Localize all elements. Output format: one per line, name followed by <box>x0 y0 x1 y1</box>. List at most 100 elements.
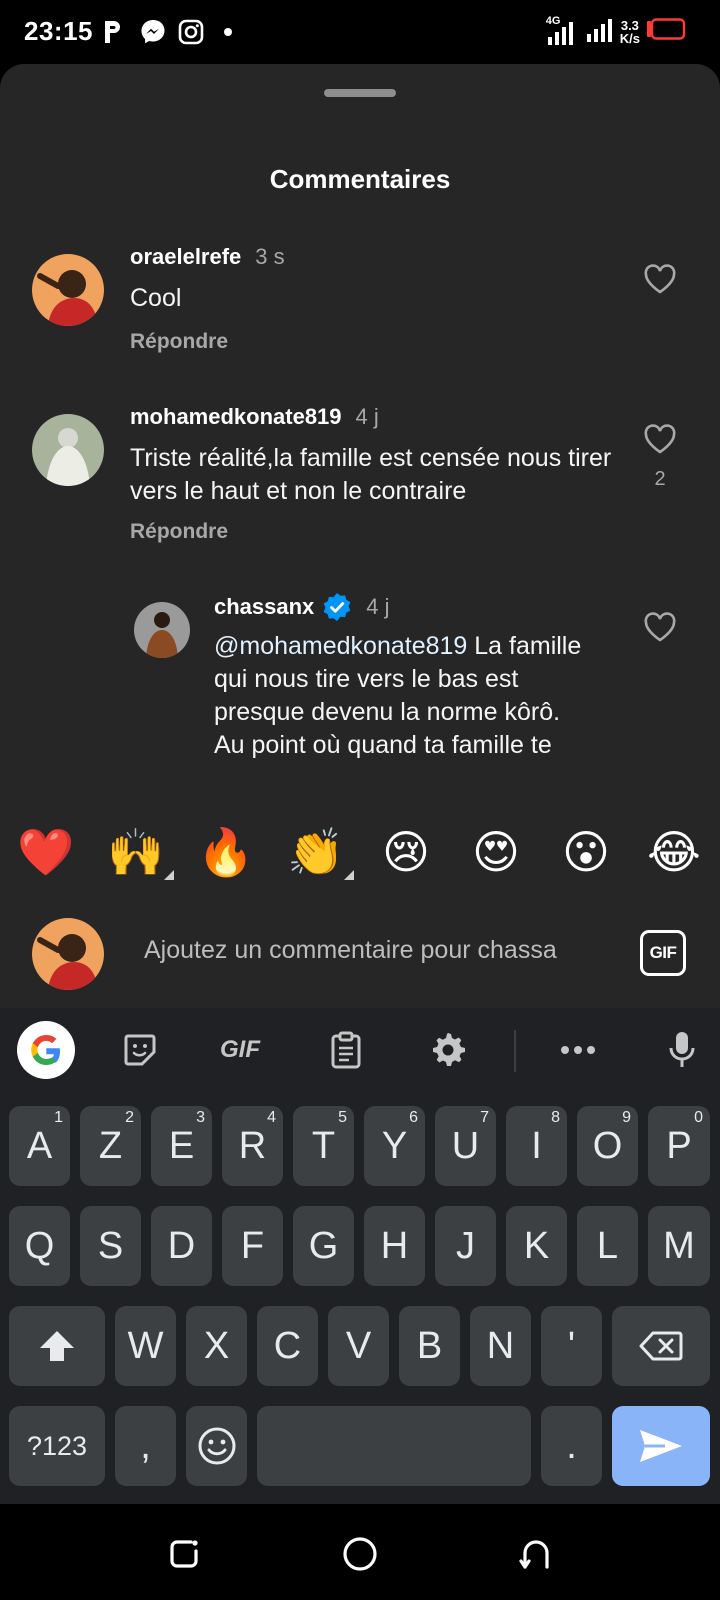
signal-4g-icon: 4G <box>546 15 580 47</box>
emoji-key[interactable] <box>186 1406 247 1486</box>
key-h[interactable]: H <box>364 1206 425 1286</box>
key-f[interactable]: F <box>222 1206 283 1286</box>
comment-body-continued: Au point où quand ta famille te <box>214 731 552 759</box>
key-k[interactable]: K <box>506 1206 567 1286</box>
key-z[interactable]: Z2 <box>80 1106 141 1186</box>
key-q[interactable]: Q <box>9 1206 70 1286</box>
key-a[interactable]: A1 <box>9 1106 70 1186</box>
key-g[interactable]: G <box>293 1206 354 1286</box>
emoji-quick-bar: ❤️ 🙌 🔥 👏 😢 😍 😮 😂 <box>0 812 720 892</box>
key-l[interactable]: L <box>577 1206 638 1286</box>
key-c[interactable]: C <box>257 1306 318 1386</box>
parking-app-icon <box>100 16 126 48</box>
battery-icon <box>646 18 686 45</box>
status-time: 23:15 <box>24 16 93 46</box>
comment-time: 4 j <box>366 594 390 619</box>
messenger-icon <box>138 16 168 48</box>
avatar[interactable] <box>32 254 104 326</box>
period-key[interactable]: . <box>541 1406 602 1486</box>
key-b[interactable]: B <box>399 1306 460 1386</box>
symbols-key[interactable]: ?123 <box>9 1406 105 1486</box>
notification-dot-icon <box>220 16 236 48</box>
comment-time: 4 j <box>355 404 379 429</box>
sticker-icon[interactable] <box>118 1020 162 1080</box>
key-t[interactable]: T5 <box>293 1106 354 1186</box>
comments-sheet: Commentaires oraelelrefe 3 s Cool Répond… <box>0 64 720 1008</box>
settings-gear-icon[interactable] <box>426 1020 470 1080</box>
google-icon[interactable] <box>16 1020 76 1080</box>
smiley-icon <box>198 1427 235 1465</box>
recent-apps-icon[interactable] <box>164 1534 204 1574</box>
toolbar-divider <box>514 1030 516 1072</box>
comment-username[interactable]: oraelelrefe <box>130 244 241 270</box>
key-y[interactable]: Y6 <box>364 1106 425 1186</box>
crying-emoji[interactable]: 😢 <box>374 812 438 892</box>
reply-button[interactable]: Répondre <box>130 330 228 354</box>
comment-username[interactable]: chassanx <box>214 594 314 620</box>
shift-arrow-icon <box>40 1331 74 1361</box>
heart-eyes-emoji[interactable]: 😍 <box>464 812 528 892</box>
key-n[interactable]: N <box>470 1306 531 1386</box>
send-arrow-icon <box>640 1430 682 1462</box>
key-apostrophe[interactable]: ' <box>541 1306 602 1386</box>
comma-key[interactable]: , <box>115 1406 176 1486</box>
key-u[interactable]: U7 <box>435 1106 496 1186</box>
verified-badge-icon <box>322 592 352 622</box>
heart-emoji[interactable]: ❤️ <box>14 812 78 892</box>
key-w[interactable]: W <box>115 1306 176 1386</box>
key-v[interactable]: V <box>328 1306 389 1386</box>
comment-text: @mohamedkonate819 La famille qui nous ti… <box>214 630 614 762</box>
mention-link[interactable]: @mohamedkonate819 <box>214 632 467 660</box>
send-key[interactable] <box>612 1406 710 1486</box>
fire-emoji[interactable]: 🔥 <box>194 812 258 892</box>
comment-input[interactable]: Ajoutez un commentaire pour chassa <box>144 936 557 965</box>
navigation-bar <box>0 1504 720 1600</box>
like-count: 2 <box>654 468 666 490</box>
like-heart-icon[interactable] <box>640 612 680 647</box>
backspace-key[interactable] <box>612 1306 710 1386</box>
comment-text: Cool <box>130 284 182 312</box>
keyboard: GIF A1 Z2 E3 R4 T5 Y6 U7 I8 O9 P0 Q S D … <box>0 1008 720 1504</box>
key-r[interactable]: R4 <box>222 1106 283 1186</box>
avatar[interactable] <box>32 414 104 486</box>
more-options-icon[interactable] <box>556 1020 600 1080</box>
comment-username[interactable]: mohamedkonate819 <box>130 404 342 430</box>
gif-keyboard-button[interactable]: GIF <box>210 1020 270 1080</box>
sheet-title: Commentaires <box>269 164 451 194</box>
network-speed: 3.3 K/s <box>619 17 640 46</box>
drag-handle[interactable] <box>324 89 396 97</box>
key-e[interactable]: E3 <box>151 1106 212 1186</box>
key-j[interactable]: J <box>435 1206 496 1286</box>
shift-key[interactable] <box>9 1306 105 1386</box>
key-p[interactable]: P0 <box>648 1106 710 1186</box>
key-m[interactable]: M <box>648 1206 710 1286</box>
comment-text: Triste réalité,la famille est censée nou… <box>130 444 612 505</box>
surprised-emoji[interactable]: 😮 <box>554 812 618 892</box>
gif-button[interactable]: GIF <box>640 930 686 976</box>
microphone-icon[interactable] <box>660 1020 704 1080</box>
like-heart-icon[interactable] <box>640 424 680 459</box>
laughing-emoji[interactable]: 😂 <box>642 812 706 892</box>
space-key[interactable] <box>257 1406 531 1486</box>
like-heart-icon[interactable] <box>640 264 680 299</box>
key-o[interactable]: O9 <box>577 1106 638 1186</box>
key-s[interactable]: S <box>80 1206 141 1286</box>
back-arrow-icon[interactable] <box>516 1534 556 1574</box>
keyboard-toolbar: GIF <box>0 1008 720 1092</box>
comments-list[interactable]: oraelelrefe 3 s Cool Répondre mohamedkon… <box>0 224 720 860</box>
home-circle-icon[interactable] <box>340 1534 380 1574</box>
signal-icon <box>586 14 614 49</box>
status-bar: 23:15 4G 3.3 K/s <box>0 0 720 64</box>
key-d[interactable]: D <box>151 1206 212 1286</box>
reply-button[interactable]: Répondre <box>130 520 228 544</box>
key-i[interactable]: I8 <box>506 1106 567 1186</box>
raised-hands-emoji[interactable]: 🙌 <box>104 812 174 892</box>
key-x[interactable]: X <box>186 1306 247 1386</box>
comment-time: 3 s <box>255 244 285 269</box>
my-avatar <box>32 918 104 990</box>
clipboard-icon[interactable] <box>324 1020 368 1080</box>
instagram-icon <box>176 16 206 48</box>
backspace-icon <box>639 1331 683 1361</box>
avatar[interactable] <box>134 602 190 658</box>
clapping-emoji[interactable]: 👏 <box>284 812 354 892</box>
